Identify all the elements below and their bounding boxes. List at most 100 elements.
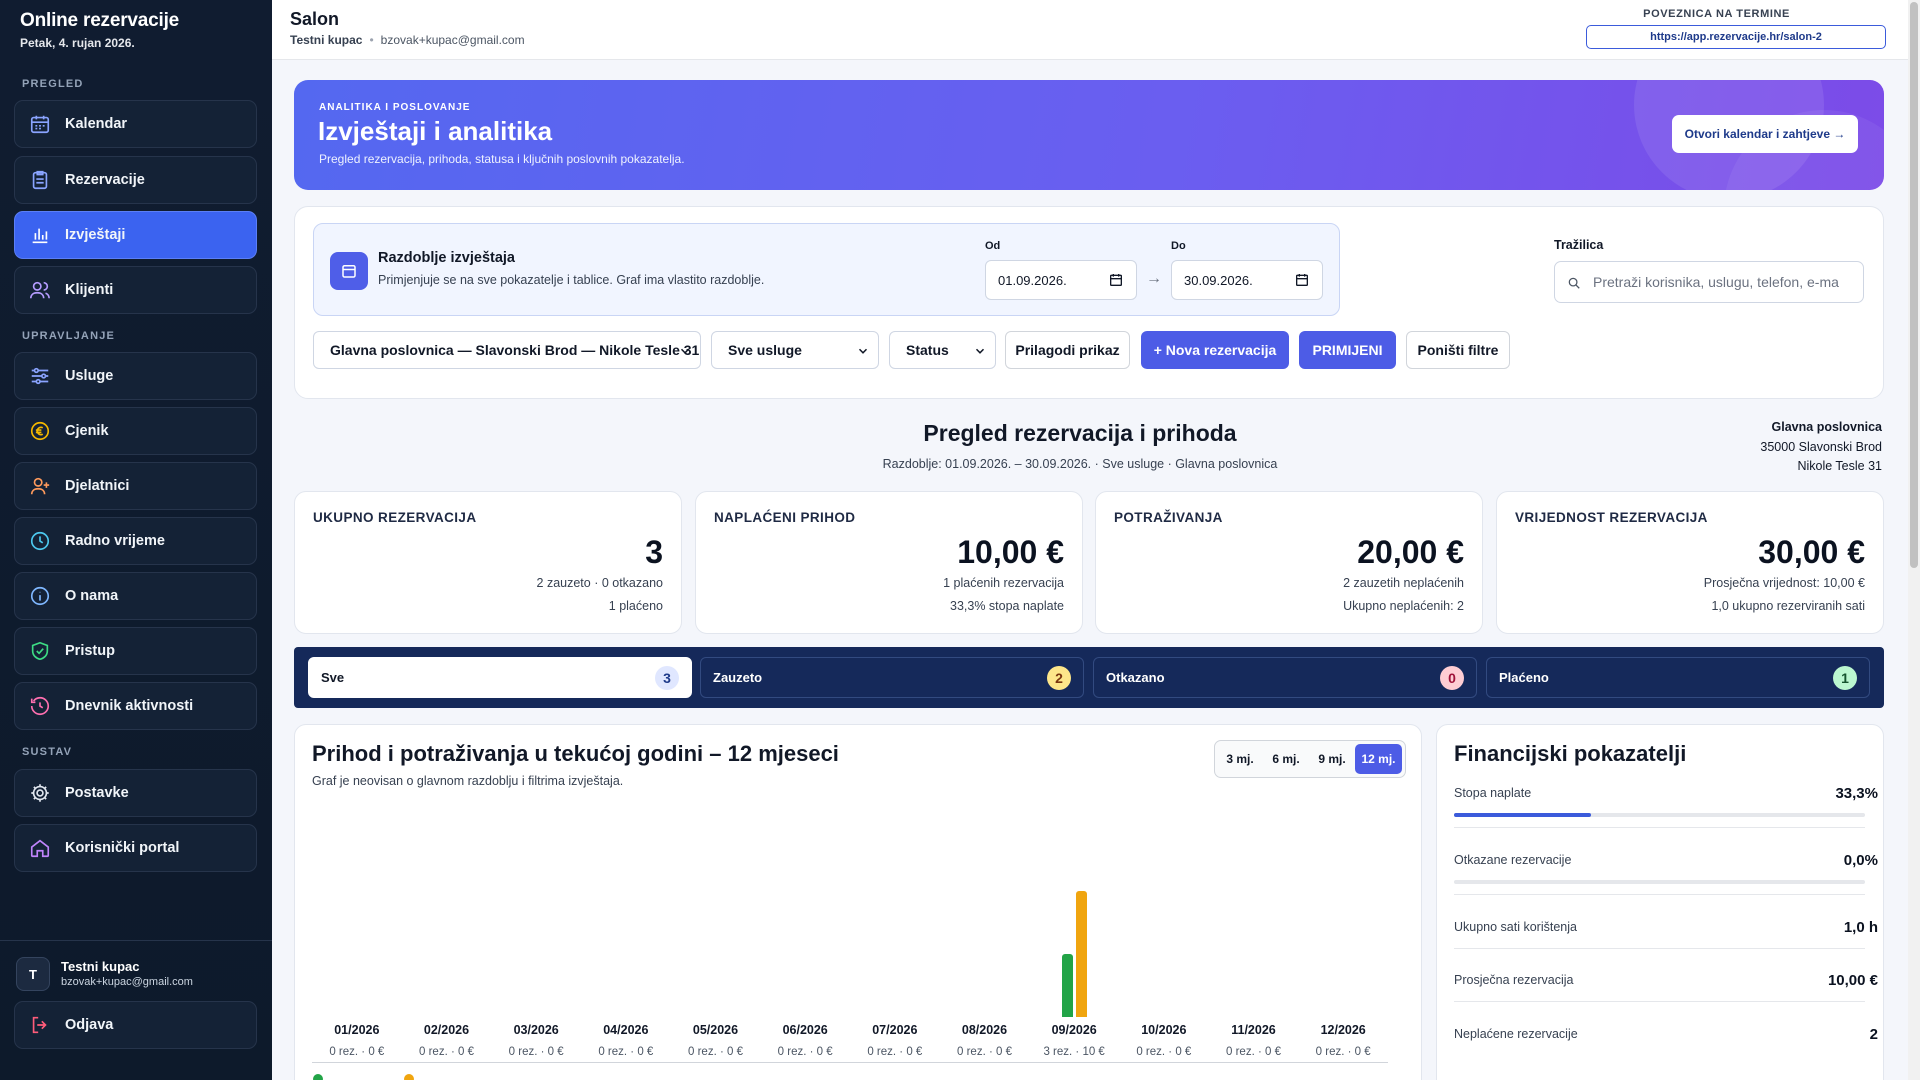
metric-label: Prosječna rezervacija	[1454, 973, 1574, 987]
tab-placeno[interactable]: Plaćeno 1	[1486, 657, 1870, 698]
reset-filters-button[interactable]: Poništi filtre	[1406, 331, 1510, 369]
kpi-detail: 2 zauzetih neplaćenih	[1343, 576, 1464, 590]
financial-title: Financijski pokazatelji	[1454, 741, 1687, 766]
sidebar-item-izvjestaji[interactable]: Izvještaji	[14, 211, 257, 259]
range-6-months-button[interactable]: 6 mj.	[1264, 744, 1308, 774]
to-date-input[interactable]: 30.09.2026.	[1171, 260, 1323, 300]
kpi-value: 3	[645, 534, 663, 570]
x-tick-label: 05/2026	[692, 1023, 739, 1037]
section-label-upravljanje: UPRAVLJANJE	[22, 330, 116, 342]
x-tick-label: 01/2026	[334, 1023, 380, 1037]
info-icon	[30, 586, 50, 606]
hero-title: Izvještaji i analitika	[318, 116, 553, 146]
new-reservation-button[interactable]: + Nova rezervacija	[1141, 331, 1289, 369]
range-9-months-button[interactable]: 9 mj.	[1310, 744, 1354, 774]
month-summary-label: 0 rez. · 0 €	[329, 1046, 385, 1058]
tab-otkazano[interactable]: Otkazano 0	[1093, 657, 1477, 698]
month-summary-label: 3 rez. · 10 €	[1043, 1046, 1105, 1058]
metric-value: 1,0 h	[1843, 919, 1878, 936]
month-summary-label: 0 rez. · 0 €	[867, 1046, 923, 1058]
section-label-pregled: PREGLED	[22, 78, 84, 90]
sliders-icon	[31, 367, 49, 385]
apply-button[interactable]: PRIMIJENI	[1299, 331, 1396, 369]
x-tick-label: 10/2026	[1141, 1023, 1187, 1037]
from-date-value: 01.09.2026.	[998, 272, 1067, 288]
hero-subtitle: Pregled rezervacija, prihoda, statusa i …	[319, 152, 685, 166]
sidebar-item-postavke[interactable]: Postavke	[14, 769, 257, 817]
month-summary-label: 0 rez. · 0 €	[957, 1046, 1012, 1058]
kpi-detail: 1,0 ukupno rezerviranih sati	[1711, 599, 1865, 613]
separator-dot: •	[369, 33, 374, 47]
booking-link[interactable]: https://app.rezervacije.hr/salon-2	[1586, 25, 1886, 49]
branch-select[interactable]: Glavna poslovnica — Slavonski Brod — Nik…	[313, 331, 701, 369]
calendar-icon[interactable]	[1294, 272, 1310, 288]
month-summary-label: 0 rez. · 0 €	[598, 1046, 654, 1058]
sidebar-item-usluge[interactable]: Usluge	[14, 352, 257, 400]
sidebar-item-kalendar[interactable]: Kalendar	[14, 100, 257, 148]
sidebar-item-label: Rezervacije	[65, 172, 145, 188]
period-title: Razdoblje izvještaja	[378, 250, 515, 266]
tab-label: Zauzeto	[713, 670, 763, 685]
calendar-icon[interactable]	[1108, 272, 1124, 288]
divider	[1454, 948, 1865, 949]
user-plus-icon	[30, 477, 50, 495]
status-select[interactable]: Status	[889, 331, 996, 369]
open-calendar-button[interactable]: Otvori kalendar i zahtjeve →	[1672, 115, 1858, 153]
topbar-user: Testni kupac	[290, 33, 363, 47]
divider	[1454, 894, 1865, 895]
x-tick-label: 07/2026	[872, 1023, 918, 1037]
section-label-sustav: SUSTAV	[22, 746, 73, 758]
user-email: bzovak+kupac@gmail.com	[61, 976, 193, 988]
collection-rate-bar	[1454, 813, 1865, 817]
metric-value: 0,0%	[1843, 852, 1878, 869]
services-select-value: Sve usluge	[728, 342, 802, 358]
scrollbar-thumb[interactable]	[1910, 2, 1918, 568]
scrollbar[interactable]	[1908, 0, 1920, 1080]
metric-value: 2	[1869, 1026, 1878, 1043]
app-title: Online rezervacije	[20, 10, 180, 31]
from-date-input[interactable]: 01.09.2026.	[985, 260, 1137, 300]
customize-view-button[interactable]: Prilagodi prikaz	[1005, 331, 1130, 369]
sidebar-item-pristup[interactable]: Pristup	[14, 627, 257, 675]
x-tick-label: 09/2026	[1051, 1023, 1097, 1037]
sidebar-item-label: O nama	[65, 588, 119, 604]
sidebar-item-klijenti[interactable]: Klijenti	[14, 266, 257, 314]
from-label: Od	[985, 240, 1001, 252]
chart-bar	[1062, 954, 1074, 1017]
search-input[interactable]: Pretraži korisnika, uslugu, telefon, e-m…	[1554, 261, 1864, 303]
kpi-value: 10,00 €	[957, 534, 1064, 570]
sidebar-item-korisnicki-portal[interactable]: Korisnički portal	[14, 824, 257, 872]
logout-button[interactable]: Odjava	[14, 1001, 257, 1049]
calendar-icon	[30, 115, 50, 134]
to-label: Do	[1171, 240, 1186, 252]
kpi-detail: 1 plaćenih rezervacija	[943, 576, 1064, 590]
clock-icon	[30, 531, 50, 551]
chart-title: Prihod i potraživanja u tekućoj godini –…	[312, 741, 839, 766]
metric-label: Otkazane rezervacije	[1454, 853, 1572, 867]
month-summary-label: 0 rez. · 0 €	[508, 1046, 564, 1058]
sidebar-item-dnevnik-aktivnosti[interactable]: Dnevnik aktivnosti	[14, 682, 257, 730]
services-select[interactable]: Sve usluge	[711, 331, 879, 369]
range-12-months-button[interactable]: 12 mj.	[1355, 744, 1402, 774]
search-label: Tražilica	[1554, 238, 1604, 252]
sidebar-item-label: Pristup	[65, 643, 115, 659]
topbar-user-info: Testni kupac • bzovak+kupac@gmail.com	[290, 33, 525, 47]
kpi-card-collected-revenue: NAPLAĆENI PRIHOD 10,00 € 1 plaćenih reze…	[695, 491, 1083, 634]
sidebar-item-label: Usluge	[65, 368, 114, 384]
kpi-detail: Ukupno neplaćenih: 2	[1343, 599, 1464, 613]
tab-zauzeto[interactable]: Zauzeto 2	[700, 657, 1084, 698]
cancellation-rate-bar	[1454, 880, 1865, 884]
sidebar-item-rezervacije[interactable]: Rezervacije	[14, 156, 257, 204]
tab-sve[interactable]: Sve 3	[308, 657, 692, 698]
chart-bar	[1076, 891, 1088, 1017]
status-badge: 3	[655, 666, 679, 690]
period-calendar-icon	[330, 252, 368, 290]
range-3-months-button[interactable]: 3 mj.	[1219, 744, 1261, 774]
tab-label: Otkazano	[1106, 670, 1165, 685]
metric-value: 33,3%	[1835, 785, 1878, 802]
kpi-detail: 2 zauzeto · 0 otkazano	[536, 576, 663, 590]
topbar-email: bzovak+kupac@gmail.com	[380, 33, 525, 47]
x-tick-label: 02/2026	[423, 1023, 470, 1037]
sidebar-item-radno-vrijeme[interactable]: Radno vrijeme	[14, 517, 257, 565]
sidebar-item-o-nama[interactable]: O nama	[14, 572, 257, 620]
